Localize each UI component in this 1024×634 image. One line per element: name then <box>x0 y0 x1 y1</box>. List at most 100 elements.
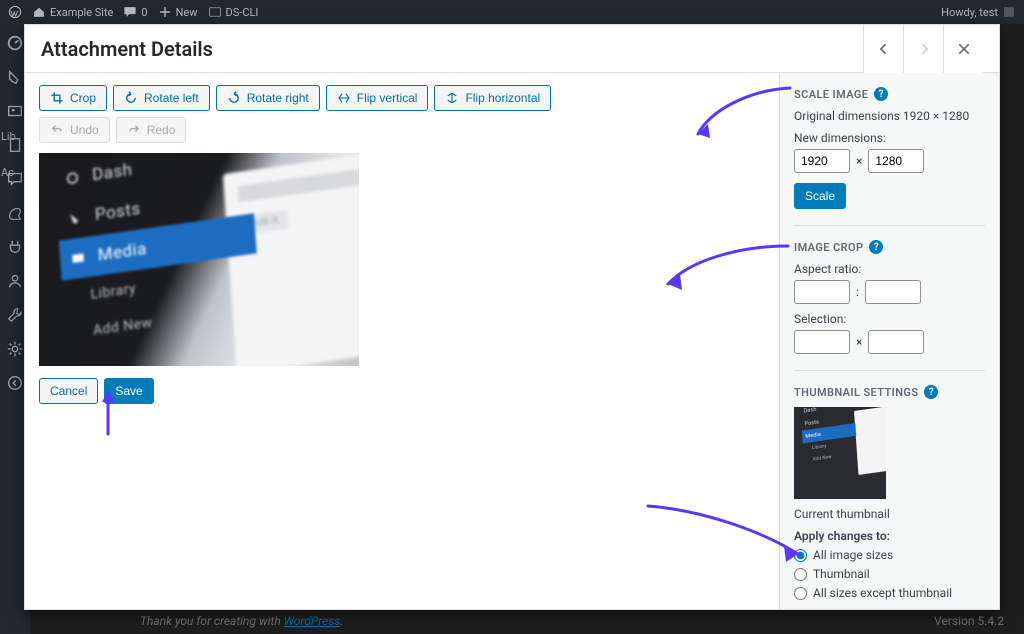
original-dimensions-label: Original dimensions 1920 × 1280 <box>794 109 985 123</box>
image-preview[interactable]: Bulk A Dash Posts Media Library Add New <box>39 153 359 366</box>
apply-thumb-label: Thumbnail <box>813 567 870 581</box>
modal-nav <box>863 25 983 73</box>
rotate-right-label: Rotate right <box>247 91 309 105</box>
crop-button[interactable]: Crop <box>39 85 107 111</box>
rotate-right-button[interactable]: Rotate right <box>216 85 320 111</box>
comments-link[interactable]: 0 <box>123 5 147 19</box>
modal-title: Attachment Details <box>41 37 213 61</box>
aspect-ratio-label: Aspect ratio: <box>794 262 985 276</box>
howdy-user[interactable]: Howdy, test <box>941 5 1016 19</box>
dscli-label: DS-CLI <box>226 6 259 19</box>
rotate-left-button[interactable]: Rotate left <box>113 85 210 111</box>
save-label: Save <box>115 384 142 398</box>
close-modal-button[interactable] <box>943 25 983 73</box>
selection-label: Selection: <box>794 312 985 326</box>
help-icon[interactable]: ? <box>874 87 888 101</box>
help-icon[interactable]: ? <box>869 240 883 254</box>
dashboard-icon[interactable] <box>6 34 24 52</box>
site-name-label: Example Site <box>50 6 113 19</box>
apply-except-option[interactable]: All sizes except thumbnail <box>794 586 985 600</box>
flip-horizontal-button[interactable]: Flip horizontal <box>434 85 551 111</box>
plugins-icon[interactable] <box>6 238 24 256</box>
chevron-left-icon <box>876 41 892 57</box>
flip-horizontal-icon <box>445 91 459 105</box>
selection-width-input[interactable] <box>794 330 850 354</box>
cancel-label: Cancel <box>50 384 87 398</box>
apply-all-radio[interactable] <box>794 549 807 562</box>
thumb-heading: Thumbnail Settings <box>794 386 918 399</box>
new-label: New <box>176 6 198 19</box>
apply-except-radio[interactable] <box>794 587 807 600</box>
redo-label: Redo <box>147 123 176 137</box>
comments-count: 0 <box>141 6 147 19</box>
thumbnail-preview: Dash Posts Media Library Add New <box>794 407 886 499</box>
flip-vertical-button[interactable]: Flip vertical <box>326 85 429 111</box>
rotate-right-icon <box>227 91 241 105</box>
posts-icon[interactable] <box>6 68 24 86</box>
main-pane: Crop Rotate left Rotate right Flip verti… <box>25 73 779 609</box>
apply-thumb-radio[interactable] <box>794 568 807 581</box>
chevron-right-icon <box>916 41 932 57</box>
scale-button[interactable]: Scale <box>794 183 846 209</box>
apply-thumb-option[interactable]: Thumbnail <box>794 567 985 581</box>
media-icon[interactable] <box>6 102 24 120</box>
redo-icon <box>127 123 141 137</box>
thumbnail-settings-section: Thumbnail Settings ? Dash Posts Media Li… <box>794 385 985 609</box>
attachment-details-modal: Attachment Details Crop Rotate left R <box>24 24 1000 610</box>
scale-width-input[interactable] <box>794 149 850 173</box>
footer-thanks: Thank you for creating with <box>140 614 284 628</box>
help-icon[interactable]: ? <box>924 385 938 399</box>
new-dimensions-label: New dimensions: <box>794 131 985 145</box>
scale-heading: Scale Image <box>794 88 868 101</box>
apply-changes-label: Apply changes to: <box>794 529 985 543</box>
times-symbol: × <box>856 154 862 168</box>
collapse-icon[interactable] <box>6 374 24 392</box>
undo-icon <box>50 123 64 137</box>
apply-all-label: All image sizes <box>813 548 893 562</box>
times-symbol: × <box>856 335 862 349</box>
current-thumbnail-label: Current thumbnail <box>794 507 985 521</box>
crop-heading: Image Crop <box>794 241 863 254</box>
wp-version: Version 5.4.2 <box>934 614 1004 628</box>
next-attachment-button <box>903 25 943 73</box>
rotate-left-label: Rotate left <box>144 91 199 105</box>
sidebar-truncated-addnew: Ac <box>1 166 14 179</box>
side-pane: Scale Image ? Original dimensions 1920 ×… <box>779 73 999 609</box>
wp-admin-bar: Example Site 0 New DS-CLI Howdy, test <box>0 0 1024 24</box>
redo-button: Redo <box>116 117 187 143</box>
scale-height-input[interactable] <box>868 149 924 173</box>
prev-attachment-button[interactable] <box>863 25 903 73</box>
image-edit-toolbar: Crop Rotate left Rotate right Flip verti… <box>39 85 765 111</box>
selection-height-input[interactable] <box>868 330 924 354</box>
save-button[interactable]: Save <box>104 378 153 404</box>
colon-symbol: : <box>856 285 859 299</box>
footer-wp-link[interactable]: WordPress <box>284 614 341 628</box>
sidebar-truncated-library: Lib <box>1 130 16 143</box>
rotate-left-icon <box>124 91 138 105</box>
tools-icon[interactable] <box>6 306 24 324</box>
aspect-height-input[interactable] <box>865 280 921 304</box>
scale-image-section: Scale Image ? Original dimensions 1920 ×… <box>794 87 985 226</box>
aspect-width-input[interactable] <box>794 280 850 304</box>
undo-button: Undo <box>39 117 110 143</box>
close-icon <box>956 41 972 57</box>
scale-button-label: Scale <box>805 189 835 203</box>
site-home-link[interactable]: Example Site <box>32 5 113 19</box>
dscli-link[interactable]: DS-CLI <box>208 5 259 19</box>
crop-label: Crop <box>70 91 96 105</box>
apply-except-label: All sizes except thumbnail <box>813 586 952 600</box>
undo-label: Undo <box>70 123 99 137</box>
settings-icon[interactable] <box>6 340 24 358</box>
cancel-button[interactable]: Cancel <box>39 378 98 404</box>
howdy-label: Howdy, test <box>941 6 998 19</box>
appearance-icon[interactable] <box>6 204 24 222</box>
apply-all-option[interactable]: All image sizes <box>794 548 985 562</box>
modal-header: Attachment Details <box>25 25 999 73</box>
new-content-link[interactable]: New <box>158 5 198 19</box>
users-icon[interactable] <box>6 272 24 290</box>
image-crop-section: Image Crop ? Aspect ratio: : Selection: … <box>794 240 985 371</box>
wp-footer: Thank you for creating with WordPress. <box>140 614 343 628</box>
wp-logo-icon[interactable] <box>8 5 22 19</box>
flip-vertical-icon <box>337 91 351 105</box>
flip-horizontal-label: Flip horizontal <box>465 91 540 105</box>
